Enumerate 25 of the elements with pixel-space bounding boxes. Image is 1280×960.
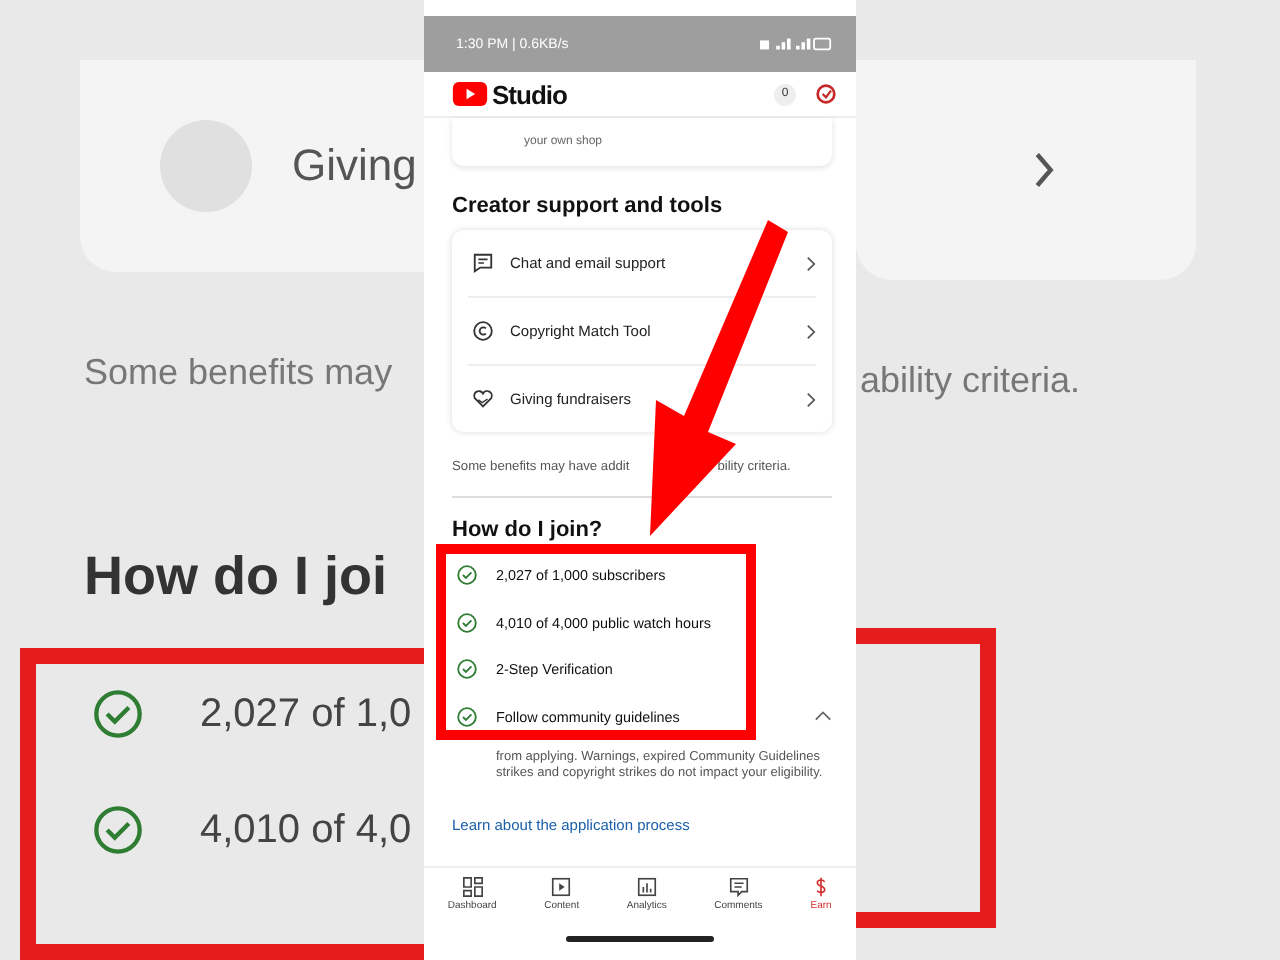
comment-icon (727, 876, 750, 898)
video-icon (550, 876, 573, 898)
chat-icon (472, 252, 494, 274)
card-label: Giving (292, 140, 417, 193)
section-heading: How do I joi (84, 546, 387, 609)
chart-icon (635, 876, 658, 898)
play-logo-icon (452, 82, 488, 106)
app-title: Studio (492, 79, 569, 109)
requirement-text: 2,027 of 1,0 (200, 691, 412, 738)
dashboard-icon (461, 876, 484, 898)
requirement-text: 4,010 of 4,0 (200, 807, 412, 854)
chevron-right-icon (1032, 150, 1056, 190)
section-heading: Creator support and tools (452, 194, 725, 218)
copyright-icon (472, 320, 494, 342)
signal-battery-icon (760, 36, 832, 52)
note-text: Some benefits may (84, 352, 393, 395)
check-icon (92, 804, 144, 857)
chevron-up-icon[interactable] (814, 710, 832, 723)
chevron-right-icon (806, 323, 816, 339)
check-icon (92, 688, 144, 741)
chevron-right-icon (806, 255, 816, 271)
section-heading: How do I join? (452, 518, 605, 542)
chevron-right-icon (806, 391, 816, 407)
note-text: ability criteria. (860, 360, 1083, 402)
account-icon[interactable] (816, 84, 836, 104)
